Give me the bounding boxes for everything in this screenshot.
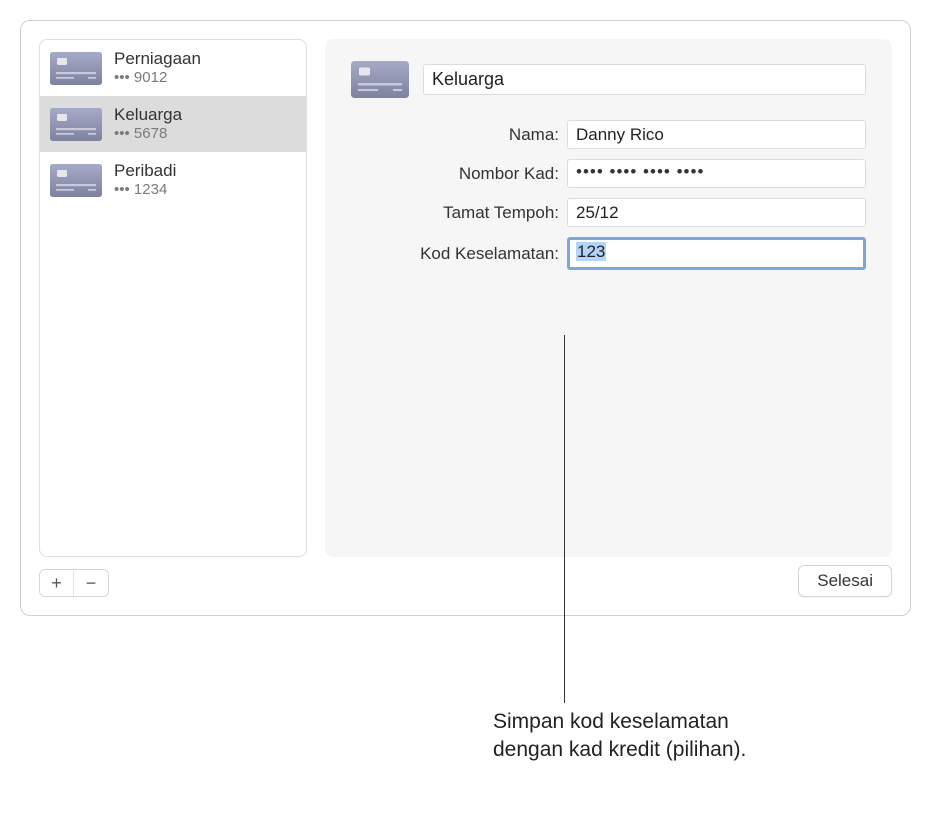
security-code-value: 123 <box>576 242 606 261</box>
card-title: Perniagaan <box>114 48 201 69</box>
minus-icon: − <box>86 573 97 594</box>
credit-card-icon <box>351 61 409 98</box>
title-row <box>351 61 866 98</box>
done-button[interactable]: Selesai <box>798 565 892 597</box>
remove-button[interactable]: − <box>74 570 108 596</box>
expiry-input[interactable] <box>567 198 866 227</box>
form-rows: Nama: Nombor Kad: •••• •••• •••• •••• Ta… <box>407 120 866 270</box>
label-security-code: Kod Keselamatan: <box>407 244 559 264</box>
card-info: Keluarga ••• 5678 <box>114 104 182 144</box>
plus-icon: + <box>51 573 62 594</box>
callout-line1: Simpan kod keselamatan <box>493 710 729 733</box>
detail-panel: Nama: Nombor Kad: •••• •••• •••• •••• Ta… <box>325 39 892 557</box>
label-expiry: Tamat Tempoh: <box>407 203 559 223</box>
card-info: Peribadi ••• 1234 <box>114 160 176 200</box>
card-info: Perniagaan ••• 9012 <box>114 48 201 88</box>
card-number-input[interactable]: •••• •••• •••• •••• <box>567 159 866 188</box>
credit-card-icon <box>50 164 102 197</box>
add-remove-control: + − <box>39 569 109 597</box>
card-title: Keluarga <box>114 104 182 125</box>
card-masked-number: ••• 5678 <box>114 125 182 144</box>
main-layout: Perniagaan ••• 9012 <box>39 39 892 597</box>
name-input[interactable] <box>567 120 866 149</box>
card-item-perniagaan[interactable]: Perniagaan ••• 9012 <box>40 40 306 96</box>
callout-text: Simpan kod keselamatan dengan kad kredit… <box>493 708 746 765</box>
card-title-input[interactable] <box>423 64 866 95</box>
row-expiry: Tamat Tempoh: <box>407 198 866 227</box>
security-code-input[interactable]: 123 <box>567 237 866 270</box>
done-label: Selesai <box>817 571 873 590</box>
preferences-window: Perniagaan ••• 9012 <box>20 20 911 616</box>
card-title: Peribadi <box>114 160 176 181</box>
row-name: Nama: <box>407 120 866 149</box>
callout-line <box>564 335 565 703</box>
credit-card-icon <box>50 52 102 85</box>
card-item-keluarga[interactable]: Keluarga ••• 5678 <box>40 96 306 152</box>
sidebar: Perniagaan ••• 9012 <box>39 39 307 597</box>
card-masked-number: ••• 1234 <box>114 181 176 200</box>
row-security-code: Kod Keselamatan: 123 <box>407 237 866 270</box>
card-number-masked: •••• •••• •••• •••• <box>576 162 704 181</box>
callout-line2: dengan kad kredit (pilihan). <box>493 738 746 761</box>
credit-card-icon <box>50 108 102 141</box>
row-card-number: Nombor Kad: •••• •••• •••• •••• <box>407 159 866 188</box>
card-item-peribadi[interactable]: Peribadi ••• 1234 <box>40 152 306 208</box>
label-name: Nama: <box>407 125 559 145</box>
add-button[interactable]: + <box>40 570 74 596</box>
card-masked-number: ••• 9012 <box>114 69 201 88</box>
card-list[interactable]: Perniagaan ••• 9012 <box>39 39 307 557</box>
label-card-number: Nombor Kad: <box>407 164 559 184</box>
